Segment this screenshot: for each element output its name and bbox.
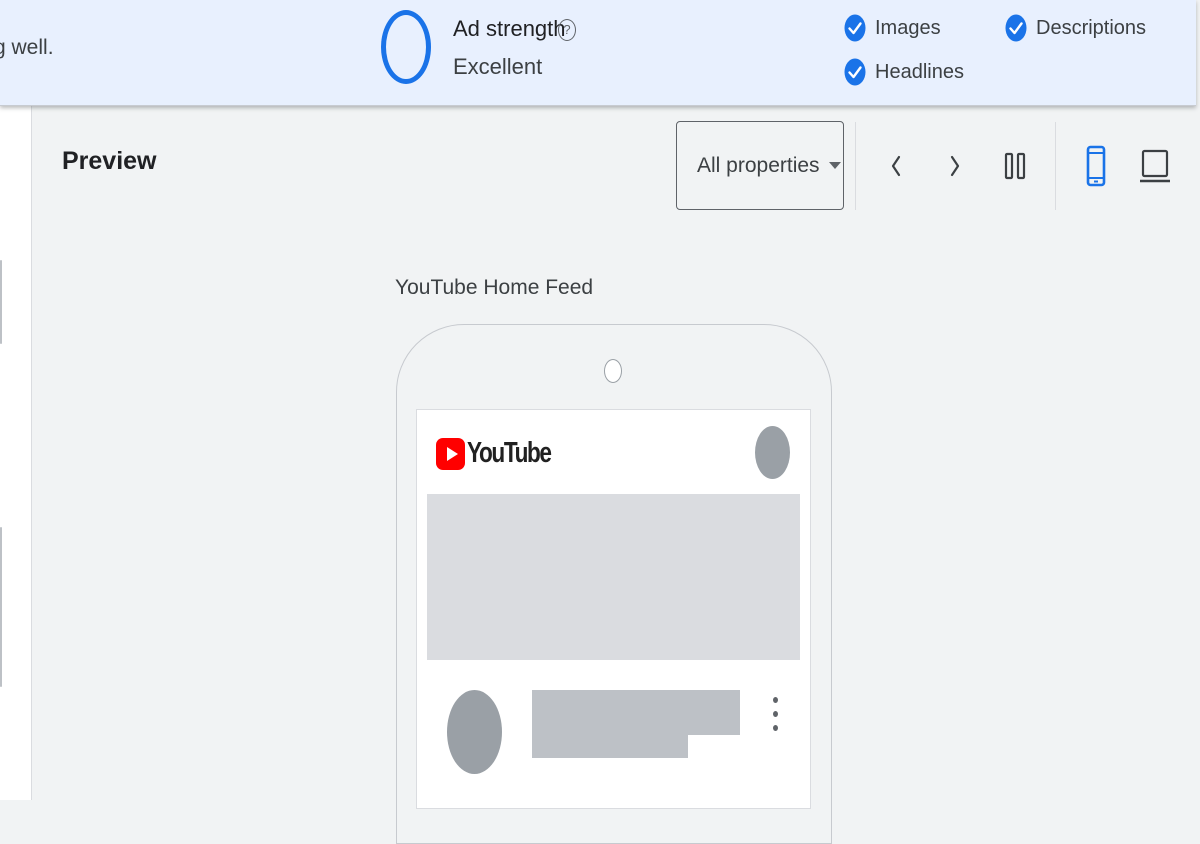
checklist-item-headlines: Headlines [844,58,964,86]
video-title-placeholder [532,735,688,758]
dropdown-caret-icon [828,162,841,169]
properties-select[interactable]: All properties [676,121,844,210]
ad-strength-label: Ad strength [453,16,566,41]
check-circle-icon [844,58,866,86]
pause-icon [1004,152,1026,180]
ad-strength-value: Excellent [453,54,543,79]
laptop-icon [1140,149,1170,183]
help-circle-icon[interactable]: ? [558,19,576,41]
ad-strength-ring-indicator [381,10,431,84]
pause-button[interactable] [993,138,1037,194]
chevron-left-icon [891,155,901,177]
check-circle-icon [1005,14,1027,42]
left-panel-field-edge [0,260,2,344]
left-panel-field-edge [0,527,2,687]
video-title-placeholder [532,690,740,735]
toolbar-divider [1055,122,1056,210]
banner-message: g well. [0,36,54,59]
checklist-label: Descriptions [1036,16,1147,39]
checklist-label: Headlines [875,60,964,83]
chevron-right-icon [950,155,960,177]
placement-label: YouTube Home Feed [395,276,594,299]
phone-camera [604,359,622,383]
checklist-item-images: Images [844,14,941,42]
more-vert-icon[interactable] [768,697,782,731]
check-circle-icon [844,14,866,42]
checklist-label: Images [875,16,941,39]
youtube-play-icon [436,437,465,470]
toolbar-divider [855,122,856,210]
mobile-view-button[interactable] [1074,138,1118,194]
previous-button[interactable] [874,138,918,194]
channel-avatar-placeholder [447,690,502,774]
youtube-logo: YouTube [436,437,574,470]
avatar [755,426,790,479]
preview-title: Preview [62,147,157,175]
properties-select-value: All properties [697,153,820,177]
smartphone-icon [1086,145,1106,187]
youtube-wordmark: YouTube [467,437,552,469]
desktop-view-button[interactable] [1133,138,1177,194]
ad-strength-banner: g well. Ad strength ? Excellent Images H… [0,0,1196,106]
video-thumbnail-placeholder [427,494,800,660]
checklist-item-descriptions: Descriptions [1005,14,1146,42]
left-editor-panel [0,105,32,800]
next-button[interactable] [933,138,977,194]
